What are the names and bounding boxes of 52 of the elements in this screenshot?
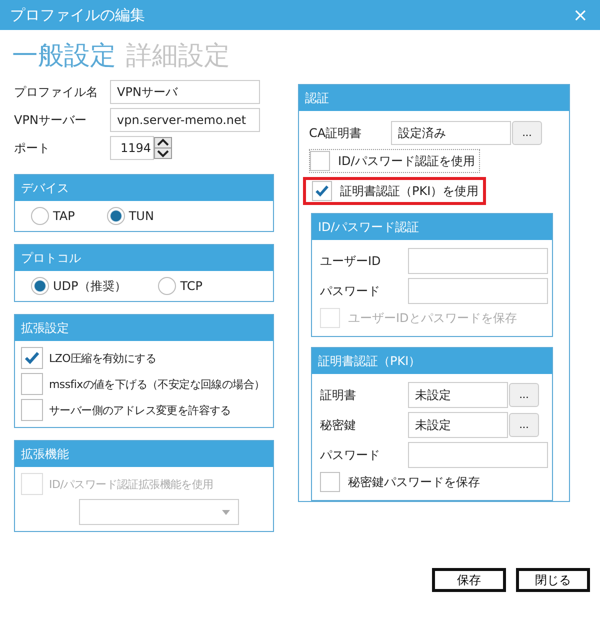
field-label: CA証明書 (309, 124, 363, 142)
window-title: プロファイルの編集 (10, 6, 145, 24)
group-header: プロトコル (15, 245, 273, 271)
browse-button[interactable]: ... (512, 121, 542, 145)
checkbox[interactable] (21, 399, 43, 421)
dropdown[interactable] (79, 499, 239, 525)
group-header: 認証 (299, 85, 569, 111)
field-label: VPNサーバー (14, 112, 88, 128)
checkbox[interactable] (310, 151, 330, 171)
input-field[interactable] (408, 442, 548, 468)
browse-button[interactable]: ... (509, 413, 539, 437)
radio-option[interactable]: UDP（推奨） (21, 277, 126, 295)
dialog-button[interactable]: 保存 (432, 568, 506, 592)
dialog-button[interactable]: 閉じる (516, 568, 590, 592)
checkbox-label: サーバー側のアドレス変更を許容する (49, 402, 231, 418)
field-label: プロファイル名 (14, 84, 99, 100)
radio-option[interactable]: TAP (21, 207, 75, 225)
input-field[interactable]: 未設定 (408, 412, 508, 438)
group-header: デバイス (15, 175, 273, 201)
field-label: ポート (14, 140, 51, 156)
radio-option[interactable]: TCP (148, 277, 203, 295)
checkbox-label: mssfixの値を下げる（不安定な回線の場合） (49, 376, 265, 392)
input-field[interactable] (408, 278, 548, 304)
group-header: ID/パスワード認証 (312, 214, 552, 240)
group-header: 証明書認証（PKI） (312, 348, 552, 374)
caret-icon (222, 510, 230, 514)
group-header: 拡張設定 (15, 315, 273, 341)
checkbox-label: LZO圧縮を有効にする (49, 350, 156, 366)
checkbox[interactable] (21, 347, 43, 369)
spin-arrows-icon[interactable] (154, 137, 172, 159)
input-field[interactable]: 設定済み (391, 121, 511, 145)
input-field[interactable]: vpn.server-memo.net (110, 108, 260, 132)
input-field[interactable]: VPNサーバ (110, 80, 260, 104)
checkbox-label: ユーザーIDとパスワードを保存 (348, 310, 517, 326)
field-label: パスワード (320, 282, 381, 300)
field-label: ユーザーID (320, 252, 382, 270)
checkbox-label: ID/パスワード認証拡張機能を使用 (49, 476, 214, 492)
field-label: 秘密鍵 (320, 416, 357, 434)
checkbox[interactable] (320, 472, 340, 492)
checkbox-label: 証明書認証（PKI）を使用 (340, 182, 479, 200)
group-header: 拡張機能 (15, 441, 273, 467)
checkbox[interactable] (21, 373, 43, 395)
checkbox[interactable] (312, 181, 332, 201)
input-field[interactable]: 未設定 (408, 382, 508, 408)
number-field[interactable]: 1194 (110, 136, 154, 160)
checkbox-label: 秘密鍵パスワードを保存 (348, 474, 480, 490)
field-label: 証明書 (320, 386, 357, 404)
browse-button[interactable]: ... (509, 383, 539, 407)
input-field[interactable] (408, 248, 548, 274)
field-label: パスワード (320, 446, 381, 464)
radio-option[interactable]: TUN (96, 207, 154, 225)
checkbox-label: ID/パスワード認証を使用 (338, 152, 475, 170)
